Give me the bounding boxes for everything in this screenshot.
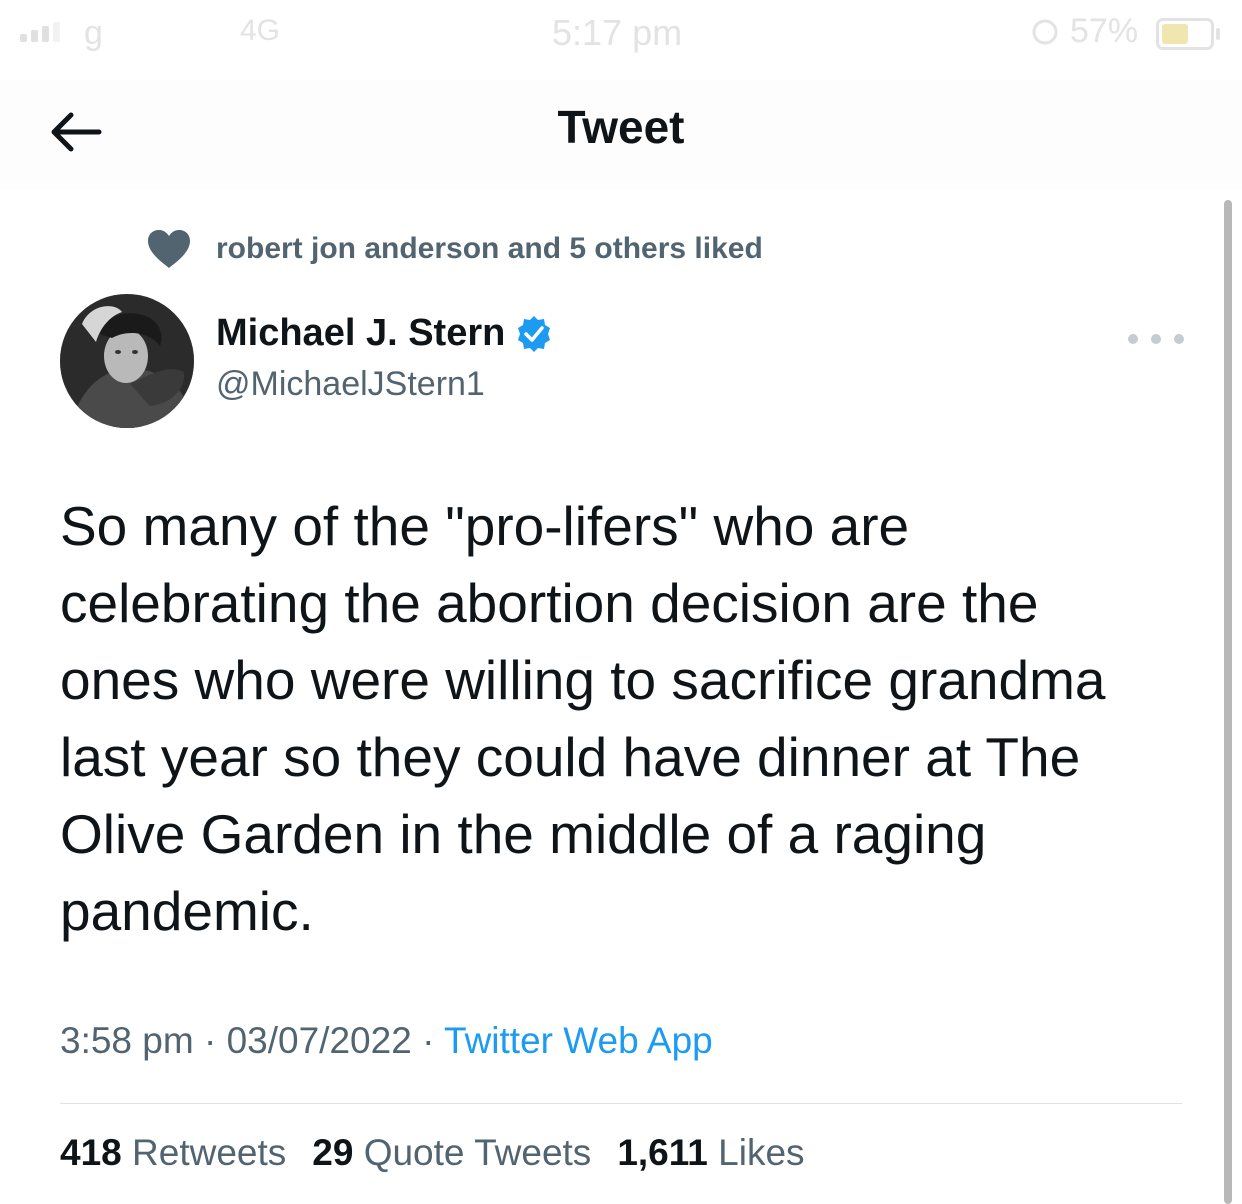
tweet-time[interactable]: 3:58 pm (60, 1020, 194, 1061)
author-info: Michael J. Stern @MichaelJStern1 (216, 312, 553, 404)
status-time: 5:17 pm (552, 12, 683, 53)
battery-icon (1156, 18, 1220, 50)
display-name-row: Michael J. Stern (216, 312, 553, 355)
more-dot-icon (1151, 334, 1161, 344)
user-handle[interactable]: @MichaelJStern1 (216, 365, 553, 404)
battery-percentage: 57% (1070, 12, 1139, 50)
retweets-stat[interactable]: 418 Retweets (60, 1132, 286, 1174)
tweet-metadata: 3:58 pm · 03/07/2022 · Twitter Web App (60, 1020, 713, 1062)
profile-photo (60, 294, 194, 428)
quote-tweets-count: 29 (312, 1132, 354, 1173)
more-options-button[interactable] (1128, 322, 1184, 356)
tweet-text-line: celebrating the abortion decision are th… (60, 572, 1039, 634)
tweet-text-line: ones who were willing to sacrifice grand… (60, 649, 1106, 711)
more-dot-icon (1128, 334, 1138, 344)
tweet-text-line: So many of the "pro-lifers" who are (60, 495, 910, 557)
tweet-text-line: pandemic. (60, 880, 314, 942)
display-name[interactable]: Michael J. Stern (216, 312, 505, 355)
navigation-bar: Tweet (0, 80, 1242, 190)
tweet-text: So many of the "pro-lifers" who are cele… (60, 488, 1180, 950)
tweet-text-line: Olive Garden in the middle of a raging (60, 803, 987, 865)
quote-tweets-stat[interactable]: 29 Quote Tweets (312, 1132, 591, 1174)
carrier-name: g (84, 14, 103, 52)
likes-stat[interactable]: 1,611 Likes (617, 1132, 804, 1174)
likes-count: 1,611 (617, 1132, 708, 1173)
retweets-label: Retweets (132, 1132, 287, 1173)
meta-separator: · (203, 1020, 217, 1061)
tweet-text-line: last year so they could have dinner at T… (60, 726, 1081, 788)
signal-strength-icon (20, 22, 60, 42)
verified-badge-icon (518, 315, 551, 352)
divider (60, 1103, 1182, 1104)
scrollbar[interactable] (1224, 200, 1232, 1204)
more-dot-icon (1174, 334, 1184, 344)
retweets-count: 418 (60, 1132, 122, 1173)
alarm-icon (1030, 14, 1060, 57)
heart-icon (148, 230, 190, 268)
page-title: Tweet (557, 101, 685, 153)
quote-tweets-label: Quote Tweets (363, 1132, 592, 1173)
avatar[interactable] (60, 294, 194, 428)
status-bar: g 4G 5:17 pm 57% (0, 0, 1242, 70)
network-type: 4G (240, 14, 281, 47)
social-context-label: robert jon anderson and 5 others liked (216, 232, 763, 265)
tweet-date[interactable]: 03/07/2022 (227, 1020, 412, 1061)
social-context[interactable]: robert jon anderson and 5 others liked (146, 224, 763, 274)
tweet-source-link[interactable]: Twitter Web App (444, 1020, 713, 1061)
meta-separator: · (422, 1020, 435, 1061)
likes-label: Likes (718, 1132, 805, 1173)
tweet-stats: 418 Retweets 29 Quote Tweets 1,611 Likes (60, 1132, 805, 1174)
